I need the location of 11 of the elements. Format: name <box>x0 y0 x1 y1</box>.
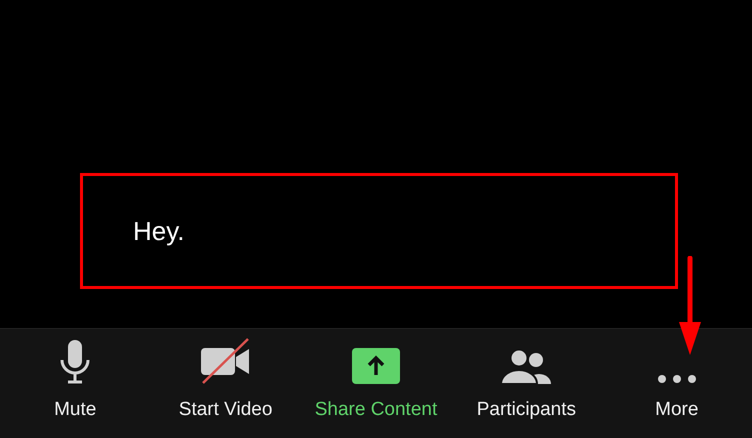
video-off-icon <box>200 338 251 384</box>
microphone-icon <box>60 340 90 384</box>
people-icon <box>501 348 552 384</box>
toolbar-button[interactable]: Participants <box>451 329 602 438</box>
toolbar-button[interactable]: Start Video <box>150 329 301 438</box>
toolbar-button[interactable]: Mute <box>0 329 150 438</box>
caption-text: Hey. <box>133 214 185 248</box>
share-icon <box>352 348 400 384</box>
toolbar-button[interactable]: Share Content <box>300 329 452 438</box>
more-icon <box>656 374 697 384</box>
toolbar-button[interactable]: More <box>602 329 752 438</box>
